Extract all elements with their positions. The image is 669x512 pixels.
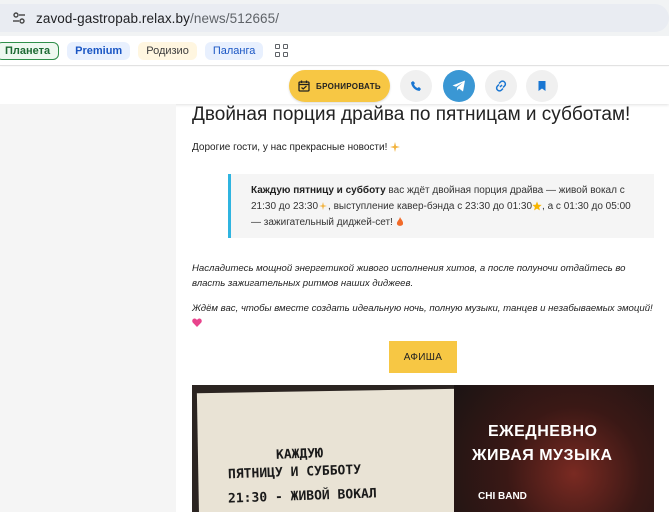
action-bar: БРОНИРОВАТЬ	[0, 70, 669, 104]
book-table-label: БРОНИРОВАТЬ	[316, 81, 381, 91]
paragraph-2-text: Ждём вас, чтобы вместе создать идеальную…	[192, 303, 653, 314]
bookmarks-bar: Планета Premium Родизио Паланга	[0, 36, 669, 66]
phone-icon	[411, 81, 421, 91]
quote-part2: , выступление кавер-бэнда с 23:30 до 01:…	[328, 201, 533, 212]
sparkle-emoji-icon	[390, 142, 401, 153]
paragraph-2: Ждём вас, чтобы вместе создать идеальную…	[192, 302, 660, 331]
poster-line-1: КАЖДУЮ	[275, 446, 324, 463]
left-sidebar	[0, 104, 176, 512]
address-bar: zavod-gastropab.relax.by/news/512665/	[0, 0, 669, 36]
fire-emoji-icon	[396, 217, 403, 227]
calendar-icon	[298, 80, 310, 92]
paragraph-1: Насладитесь мощной энергетикой живого ис…	[192, 263, 626, 289]
poster-band-name: CHI BAND	[478, 491, 527, 502]
bookmark-planeta[interactable]: Планета	[0, 41, 60, 60]
announcement-quote: Каждую пятницу и субботу вас ждёт двойна…	[228, 174, 654, 238]
site-settings-icon[interactable]	[10, 9, 28, 27]
url-host: zavod-gastropab.relax.by	[36, 10, 190, 26]
link-icon	[495, 80, 507, 92]
save-bookmark-button[interactable]	[526, 70, 558, 102]
url-field[interactable]: zavod-gastropab.relax.by/news/512665/	[0, 4, 669, 32]
afisha-button[interactable]: АФИША	[389, 341, 457, 373]
sparkles-emoji-icon	[319, 202, 328, 211]
bookmark-premium[interactable]: Premium	[67, 41, 131, 60]
bookmark-rodizio[interactable]: Родизио	[138, 41, 197, 60]
book-table-button[interactable]: БРОНИРОВАТЬ	[289, 70, 390, 102]
telegram-icon	[452, 80, 465, 92]
intro-text: Дорогие гости, у нас прекрасные новости!	[192, 142, 388, 153]
url-path: /news/512665/	[190, 10, 280, 26]
event-poster-image: КАЖДУЮ ПЯТНИЦУ И СУББОТУ 21:30 - ЖИВОЙ В…	[192, 385, 654, 512]
copy-link-button[interactable]	[485, 70, 517, 102]
article-intro: Дорогие гости, у нас прекрасные новости!	[192, 142, 401, 153]
bookmark-icon	[538, 81, 546, 91]
telegram-button[interactable]	[443, 70, 475, 102]
url-text: zavod-gastropab.relax.by/news/512665/	[36, 11, 279, 26]
article-title: Двойная порция драйва по пятницам и субб…	[192, 104, 631, 125]
phone-button[interactable]	[400, 70, 432, 102]
browser-window: zavod-gastropab.relax.by/news/512665/ Пл…	[0, 0, 669, 512]
heart-emoji-icon	[192, 318, 202, 328]
poster-heading-2: ЖИВАЯ МУЗЫКА	[472, 447, 613, 464]
bookmark-palanga[interactable]: Паланга	[204, 41, 264, 60]
star-emoji-icon	[532, 201, 542, 211]
tab-groups-icon[interactable]	[275, 43, 289, 58]
quote-bold: Каждую пятницу и субботу	[251, 185, 386, 196]
poster-heading-1: ЕЖЕДНЕВНО	[488, 423, 598, 440]
web-page: БРОНИРОВАТЬ Двойная порция драйва по пят…	[0, 67, 669, 512]
